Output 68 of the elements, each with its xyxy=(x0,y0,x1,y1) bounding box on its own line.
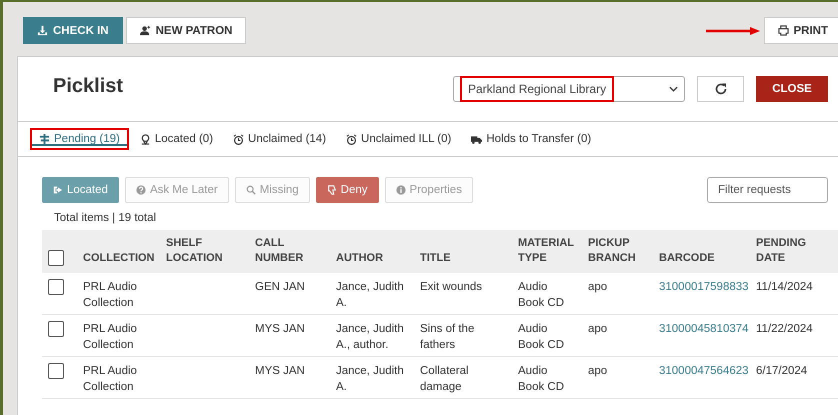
action-button[interactable]: Located xyxy=(42,177,119,203)
tab[interactable]: Unclaimed ILL (0) xyxy=(337,128,460,150)
table-cell: Sins of the fathers xyxy=(420,323,474,351)
barcode-link[interactable]: 31000017598833 xyxy=(659,281,749,293)
table-cell: MYS JAN xyxy=(255,323,305,335)
toolbar-button[interactable]: CHECK IN xyxy=(23,17,123,44)
pin-icon xyxy=(140,134,151,144)
table-cell: PRL Audio Collection xyxy=(83,365,137,393)
table-cell: apo xyxy=(588,323,608,335)
tab[interactable]: Located (0) xyxy=(130,128,222,150)
total-count: Total items | 19 total xyxy=(54,212,158,224)
search-icon xyxy=(246,185,256,195)
table-cell: Collateral damage xyxy=(420,365,469,393)
table-cell: Audio Book CD xyxy=(518,281,564,309)
barcode-link[interactable]: 31000045810374 xyxy=(659,323,749,335)
column-header: AUTHOR xyxy=(336,251,384,266)
table-cell: MYS JAN xyxy=(255,365,305,377)
truck-icon xyxy=(471,134,482,144)
print-button[interactable]: PRINT xyxy=(764,17,838,44)
branch-select[interactable]: Parkland Regional Library xyxy=(453,76,685,102)
row-checkbox[interactable] xyxy=(48,279,64,295)
alarm-clock-icon xyxy=(233,134,244,144)
tab[interactable]: Holds to Transfer (0) xyxy=(462,128,600,150)
column-header: COLLECTION xyxy=(83,251,154,266)
column-header: SHELF LOCATION xyxy=(166,236,223,266)
filter-field[interactable]: Filter requests xyxy=(707,177,828,203)
alarm-clock-icon xyxy=(346,134,358,144)
thumbs-down-icon xyxy=(326,185,337,195)
refresh-icon xyxy=(714,82,728,96)
download-icon xyxy=(37,25,48,36)
table-cell: Jance, Judith A., author. xyxy=(336,323,404,351)
printer-icon xyxy=(778,25,788,36)
toolbar-button[interactable]: NEW PATRON xyxy=(126,17,246,44)
table-cell: 11/14/2024 xyxy=(756,281,813,293)
page-title: Picklist xyxy=(53,74,124,98)
column-header: BARCODE xyxy=(659,251,715,266)
tab[interactable]: Unclaimed (14) xyxy=(224,128,336,150)
signpost-icon xyxy=(39,134,50,144)
column-header: CALL NUMBER xyxy=(255,236,304,266)
row-checkbox[interactable] xyxy=(48,363,64,379)
exit-icon xyxy=(53,185,63,195)
info-icon xyxy=(396,185,406,195)
table-cell: apo xyxy=(588,281,608,293)
tab[interactable]: Pending (19) xyxy=(30,128,129,150)
table-cell: 6/17/2024 xyxy=(756,365,808,377)
table-cell: PRL Audio Collection xyxy=(83,323,137,351)
barcode-link[interactable]: 31000047564623 xyxy=(659,365,749,377)
chevron-down-icon xyxy=(669,86,678,92)
refresh-button[interactable] xyxy=(697,76,744,102)
table-cell: Exit wounds xyxy=(420,281,482,293)
table-cell: Jance, Judith A. xyxy=(336,365,404,393)
column-header: PENDING DATE xyxy=(756,236,806,266)
column-header: TITLE xyxy=(420,251,451,266)
table-cell: GEN JAN xyxy=(255,281,305,293)
table-cell: Jance, Judith A. xyxy=(336,281,404,309)
column-header: MATERIAL TYPE xyxy=(518,236,574,266)
action-button[interactable]: Deny xyxy=(316,177,379,203)
table-cell: Audio Book CD xyxy=(518,323,564,351)
row-checkbox[interactable] xyxy=(48,321,64,337)
select-all-checkbox[interactable] xyxy=(48,250,64,266)
user-add-icon xyxy=(140,25,151,36)
help-icon xyxy=(136,185,146,195)
table-cell: 11/22/2024 xyxy=(756,323,813,335)
table-cell: PRL Audio Collection xyxy=(83,281,137,309)
close-button[interactable]: CLOSE xyxy=(756,76,828,102)
table-cell: apo xyxy=(588,365,608,377)
column-header: PICKUP BRANCH xyxy=(588,236,636,266)
table-cell: Audio Book CD xyxy=(518,365,564,393)
